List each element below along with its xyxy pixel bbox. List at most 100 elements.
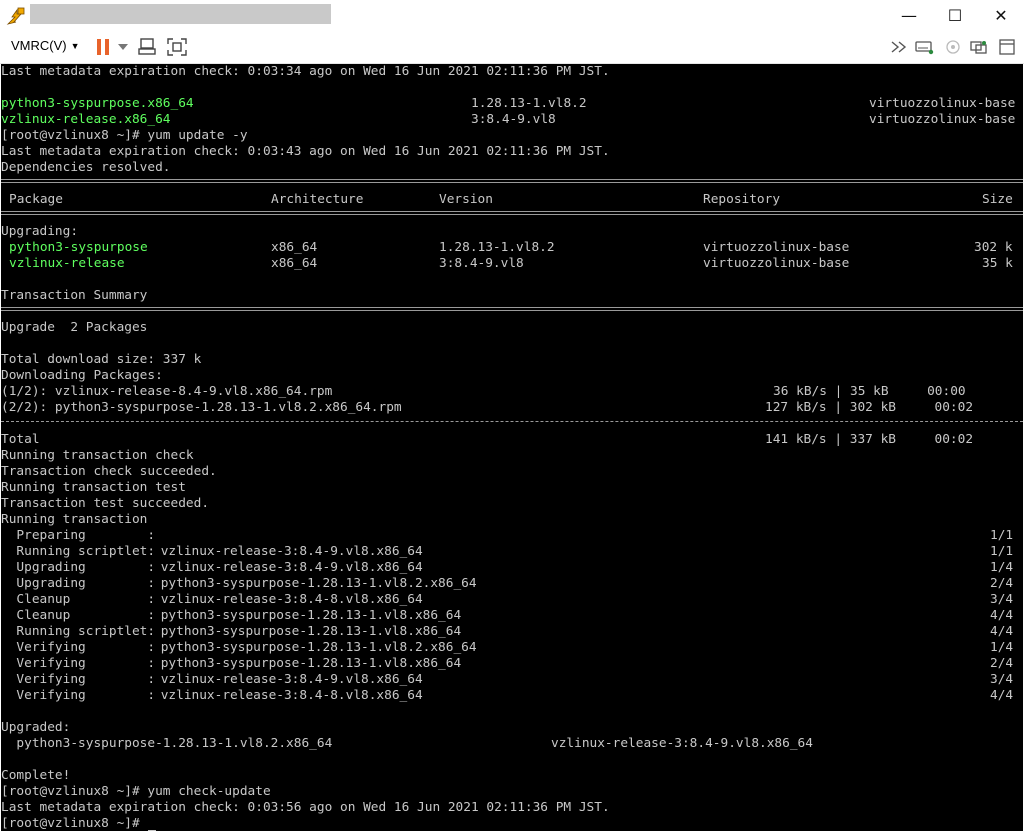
step-action: Cleanup :: [1, 608, 156, 623]
step-action: Verifying :: [1, 640, 156, 655]
terminal-screen[interactable]: Last metadata expiration check: 0:03:34 …: [1, 64, 1023, 831]
complete-message: Complete!: [1, 768, 71, 783]
step-action: Verifying :: [1, 688, 156, 703]
step-package: python3-syspurpose-1.28.13-1.vl8.x86_64: [153, 624, 462, 639]
screen-icon[interactable]: [968, 36, 990, 58]
package-arch: x86_64: [271, 240, 318, 255]
package-name: python3-syspurpose: [9, 240, 148, 255]
step-count: 3/4: [990, 672, 1014, 687]
check-update-repo: virtuozzolinux-base: [869, 96, 1016, 111]
dropdown-icon[interactable]: [116, 36, 130, 58]
step-package: python3-syspurpose-1.28.13-1.vl8.x86_64: [153, 656, 462, 671]
total-label: Total: [1, 432, 40, 447]
transaction-line: Running transaction test: [1, 480, 186, 495]
step-count: 1/4: [990, 640, 1014, 655]
header-version: Version: [439, 192, 493, 207]
check-update-version: 1.28.13-1.vl8.2: [471, 96, 587, 111]
upgrade-count: Upgrade 2 Packages: [1, 320, 148, 335]
step-count: 2/4: [990, 576, 1014, 591]
vmrc-menu[interactable]: VMRC(V) ▼: [11, 38, 80, 53]
step-count: 4/4: [990, 608, 1014, 623]
check-update-package: python3-syspurpose.x86_64: [1, 96, 194, 111]
header-size: Size: [982, 192, 1013, 207]
terminal-line: Last metadata expiration check: 0:03:43 …: [1, 144, 610, 159]
package-repo: virtuozzolinux-base: [703, 240, 850, 255]
step-action: Running scriptlet:: [1, 544, 156, 559]
package-name: vzlinux-release: [9, 256, 125, 271]
transaction-line: Running transaction: [1, 512, 148, 527]
prompt-text: [root@vzlinux8 ~]#: [1, 816, 148, 831]
downloading-label: Downloading Packages:: [1, 368, 163, 383]
toolbar: VMRC(V) ▼: [0, 31, 1024, 64]
vmrc-app-icon: [6, 6, 26, 26]
step-count: 4/4: [990, 688, 1014, 703]
step-package: vzlinux-release-3:8.4-9.vl8.x86_64: [153, 672, 423, 687]
header-architecture: Architecture: [271, 192, 364, 207]
forward-icon[interactable]: [888, 36, 910, 58]
step-package: vzlinux-release-3:8.4-8.vl8.x86_64: [153, 592, 423, 607]
step-count: 4/4: [990, 624, 1014, 639]
total-download: Total download size: 337 k: [1, 352, 202, 367]
package-repo: virtuozzolinux-base: [703, 256, 850, 271]
chevron-down-icon: ▼: [70, 40, 80, 51]
unity-icon[interactable]: [942, 36, 964, 58]
total-stats: 141 kB/s | 337 kB 00:02: [765, 432, 974, 447]
step-count: 1/1: [990, 544, 1014, 559]
close-icon[interactable]: ✕: [978, 0, 1024, 31]
transaction-line: Transaction test succeeded.: [1, 496, 210, 511]
step-package: vzlinux-release-3:8.4-9.vl8.x86_64: [153, 560, 423, 575]
pause-icon[interactable]: [92, 36, 114, 58]
step-package: python3-syspurpose-1.28.13-1.vl8.x86_64: [153, 608, 462, 623]
help-icon[interactable]: [996, 36, 1018, 58]
download-file: (2/2): python3-syspurpose-1.28.13-1.vl8.…: [1, 400, 402, 415]
fullscreen-icon[interactable]: [166, 36, 188, 58]
check-update-version: 3:8.4-9.vl8: [471, 112, 556, 127]
header-package: Package: [9, 192, 63, 207]
step-count: 3/4: [990, 592, 1014, 607]
package-version: 3:8.4-9.vl8: [439, 256, 524, 271]
terminal-line: Dependencies resolved.: [1, 160, 171, 175]
send-keys-icon[interactable]: [137, 36, 159, 58]
step-count: 1/4: [990, 560, 1014, 575]
terminal-line: Last metadata expiration check: 0:03:34 …: [1, 64, 610, 79]
step-package: vzlinux-release-3:8.4-8.vl8.x86_64: [153, 688, 423, 703]
package-arch: x86_64: [271, 256, 318, 271]
download-stats: 36 kB/s | 35 kB 00:00: [773, 384, 966, 399]
step-action: Preparing :: [1, 528, 156, 543]
transaction-line: Transaction check succeeded.: [1, 464, 217, 479]
terminal-line: Last metadata expiration check: 0:03:56 …: [1, 800, 610, 815]
step-count: 1/1: [990, 528, 1014, 543]
table-separator: [1, 179, 1023, 183]
maximize-icon[interactable]: ☐: [932, 0, 978, 31]
table-separator: [1, 211, 1023, 215]
step-action: Upgrading :: [1, 560, 156, 575]
vmrc-menu-label: VMRC(V): [11, 38, 67, 53]
minimize-icon[interactable]: —: [886, 0, 932, 31]
package-version: 1.28.13-1.vl8.2: [439, 240, 555, 255]
upgraded-package: vzlinux-release-3:8.4-9.vl8.x86_64: [551, 736, 813, 751]
step-package: python3-syspurpose-1.28.13-1.vl8.2.x86_6…: [153, 576, 477, 591]
removable-devices-icon[interactable]: [913, 36, 935, 58]
step-count: 2/4: [990, 656, 1014, 671]
upgraded-label: Upgraded:: [1, 720, 71, 735]
package-size: 302 k: [974, 240, 1013, 255]
transaction-line: Running transaction check: [1, 448, 194, 463]
check-update-package: vzlinux-release.x86_64: [1, 112, 171, 127]
upgraded-package: python3-syspurpose-1.28.13-1.vl8.2.x86_6…: [1, 736, 333, 751]
step-package: vzlinux-release-3:8.4-9.vl8.x86_64: [153, 544, 423, 559]
header-repository: Repository: [703, 192, 781, 207]
check-update-repo: virtuozzolinux-base: [869, 112, 1016, 127]
table-separator: [1, 421, 1023, 422]
table-separator: [1, 307, 1023, 311]
transaction-summary: Transaction Summary: [1, 288, 148, 303]
window-title: [30, 4, 331, 24]
step-action: Running scriptlet:: [1, 624, 156, 639]
step-action: Verifying :: [1, 672, 156, 687]
download-file: (1/2): vzlinux-release-8.4-9.vl8.x86_64.…: [1, 384, 333, 399]
step-package: python3-syspurpose-1.28.13-1.vl8.2.x86_6…: [153, 640, 477, 655]
command-line: [root@vzlinux8 ~]# yum check-update: [1, 784, 271, 799]
download-stats: 127 kB/s | 302 kB 00:02: [765, 400, 974, 415]
title-bar: — ☐ ✕: [0, 0, 1024, 31]
command-prompt[interactable]: [root@vzlinux8 ~]#: [1, 816, 157, 831]
package-size: 35 k: [982, 256, 1013, 271]
